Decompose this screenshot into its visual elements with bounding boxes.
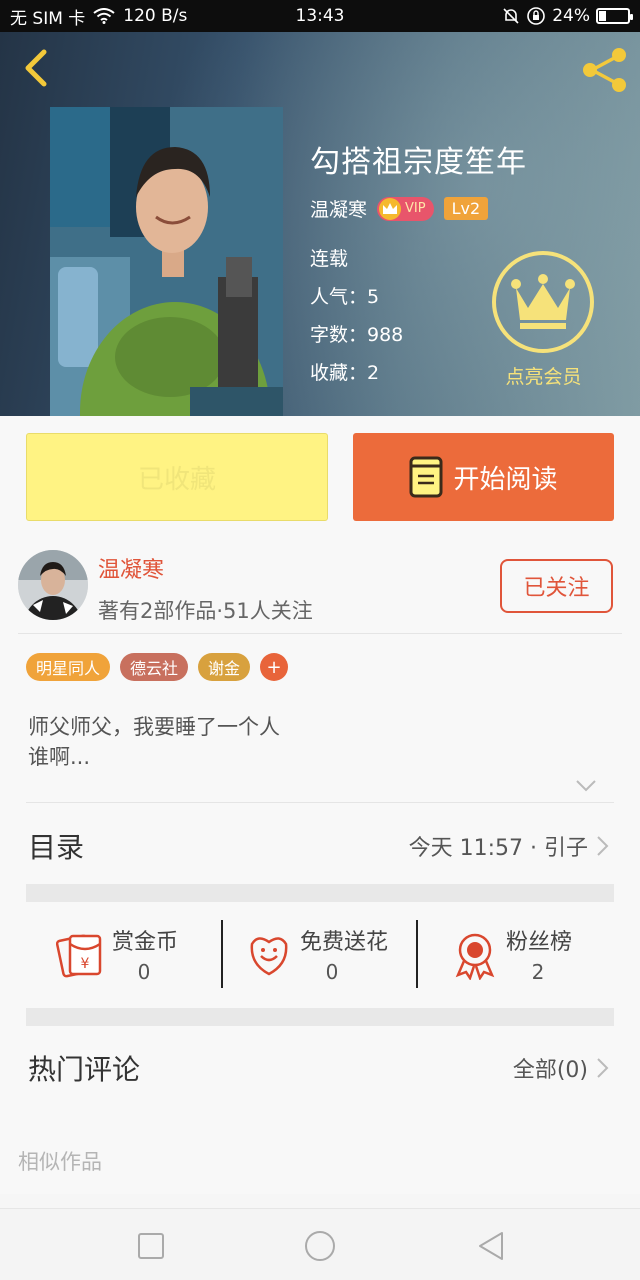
catalog-latest-chapter[interactable]: 今天 11:57 · 引子 — [409, 830, 610, 862]
battery-icon — [596, 8, 633, 24]
serial-status: 连载 — [310, 248, 349, 270]
recent-apps-icon[interactable] — [134, 1229, 168, 1263]
popularity-count: 人气：5 — [310, 286, 380, 308]
book-author[interactable]: 温凝寒 — [310, 195, 367, 222]
chevron-right-icon — [597, 836, 609, 856]
vertical-divider — [221, 920, 223, 988]
svg-text:¥: ¥ — [81, 956, 90, 972]
vip-badge: VIP — [377, 196, 434, 221]
stat-label: 免费送花 — [300, 930, 389, 955]
stat-label: 赏金币 — [112, 930, 179, 955]
crown-icon — [511, 274, 575, 329]
home-icon[interactable] — [303, 1229, 337, 1263]
network-speed: 120 B/s — [123, 6, 188, 26]
collected-button[interactable]: 已收藏 — [26, 433, 328, 521]
all-comments-link[interactable]: 全部(0) — [513, 1052, 610, 1084]
follow-button[interactable]: 已关注 — [500, 559, 613, 613]
tag-chip[interactable]: 明星同人 — [26, 653, 111, 681]
tag-chip[interactable]: 谢金 — [198, 653, 251, 681]
divider — [26, 802, 614, 803]
level-badge: Lv2 — [443, 197, 489, 220]
divider — [18, 633, 622, 634]
free-flower-stat[interactable]: 免费送花 0 — [244, 920, 414, 990]
battery-percent: 24% — [552, 6, 590, 26]
section-separator — [26, 884, 614, 902]
chevron-right-icon — [597, 1058, 609, 1078]
start-reading-label: 开始阅读 — [453, 464, 558, 495]
hot-comments-title: 热门评论 — [28, 1053, 141, 1086]
similar-works-title: 相似作品 — [18, 1150, 102, 1174]
latest-chapter-text: 今天 11:57 · 引子 — [408, 836, 588, 861]
medal-icon — [455, 933, 495, 980]
flower-icon — [250, 937, 288, 976]
tag-chip[interactable]: 德云社 — [120, 653, 189, 681]
back-triangle-icon[interactable] — [474, 1229, 508, 1263]
system-nav-bar — [0, 1208, 640, 1280]
add-tag-button[interactable]: + — [260, 653, 289, 681]
section-separator — [26, 1008, 614, 1026]
book-title: 勾搭祖宗度笙年 — [310, 145, 527, 180]
description-line: 师父师父，我要睡了一个人 — [28, 715, 280, 739]
reward-coins-stat[interactable]: ¥ 赏金币 0 — [56, 920, 206, 990]
mute-bell-icon — [503, 8, 519, 24]
vip-member-link[interactable]: 点亮会员 — [476, 362, 611, 389]
favorite-count: 收藏：2 — [310, 362, 380, 384]
back-chevron-icon[interactable] — [18, 46, 58, 90]
stat-value: 0 — [325, 960, 339, 984]
fan-ranking-stat[interactable]: 粉丝榜 2 — [450, 920, 600, 990]
book-cover[interactable] — [50, 107, 283, 416]
description-line: 谁啊... — [28, 745, 91, 769]
start-reading-button[interactable]: 开始阅读 — [353, 433, 614, 521]
stat-value: 2 — [531, 960, 545, 984]
author-name[interactable]: 温凝寒 — [98, 552, 164, 584]
crown-icon — [379, 197, 402, 220]
author-stats: 著有2部作品·51人关注 — [98, 599, 313, 623]
book-header: 勾搭祖宗度笙年 温凝寒 VIP Lv2 连载 人气：5 字数：988 收藏：2 … — [0, 32, 640, 416]
carrier-text: 无 SIM 卡 — [10, 8, 86, 29]
red-envelope-icon: ¥ — [56, 934, 102, 978]
vertical-divider — [416, 920, 418, 988]
wifi-icon — [93, 8, 115, 24]
book-icon — [409, 456, 443, 498]
stat-value: 0 — [137, 960, 151, 984]
all-comments-label: 全部(0) — [512, 1058, 588, 1083]
share-icon[interactable] — [578, 44, 630, 96]
expand-chevron-icon[interactable] — [574, 776, 598, 796]
vip-crown-button[interactable] — [492, 251, 594, 353]
author-row: 温凝寒 VIP Lv2 — [310, 195, 489, 222]
catalog-title[interactable]: 目录 — [28, 826, 84, 866]
tag-list: 明星同人 德云社 谢金 + — [26, 653, 289, 681]
word-count: 字数：988 — [310, 324, 404, 346]
rotation-lock-icon — [527, 7, 546, 25]
book-description: 师父师父，我要睡了一个人 谁啊... — [28, 712, 280, 772]
stat-label: 粉丝榜 — [506, 930, 573, 955]
status-bar: 无 SIM 卡 120 B/s 13:43 24% — [0, 0, 640, 32]
vip-label: VIP — [405, 201, 426, 216]
author-avatar[interactable] — [18, 550, 88, 620]
